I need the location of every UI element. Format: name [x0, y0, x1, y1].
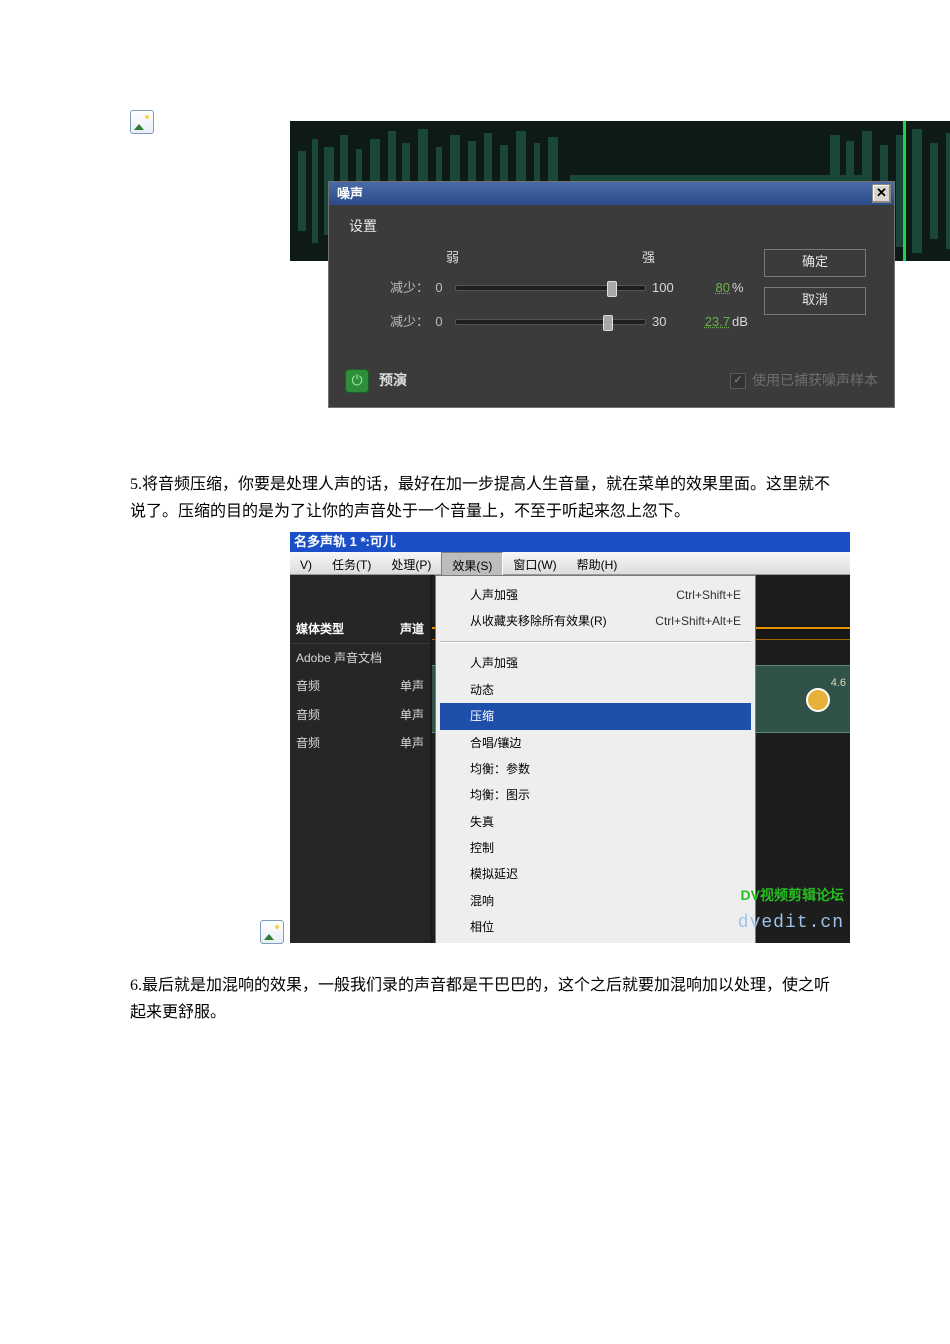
media-row-left: 音频: [296, 733, 320, 753]
reduce-min-2: 0: [429, 311, 449, 333]
watermark-line2: dvedit.cn: [738, 908, 844, 939]
clip-value-label: 4.6: [831, 674, 846, 693]
menu-process[interactable]: 处理(P): [381, 552, 441, 574]
playhead-cursor: [903, 121, 906, 261]
reduce-db-slider-row: 减少： 0 30 23.7 dB: [349, 305, 752, 339]
menu-item-label: 压缩: [470, 706, 494, 726]
menu-item-label: 均衡：参数: [470, 759, 530, 779]
menu-window[interactable]: 窗口(W): [503, 552, 566, 574]
menu-item-label: 相位: [470, 917, 494, 937]
menu-item-label: 混响: [470, 891, 494, 911]
reduce-max-2: 30: [652, 311, 682, 333]
reduce-label-2: 减少：: [349, 311, 429, 333]
reduce-unit-2: dB: [730, 311, 752, 333]
menu-item[interactable]: 均衡：图示: [440, 782, 751, 808]
cancel-button[interactable]: 取消: [764, 287, 866, 315]
settings-label: 设置: [349, 215, 752, 239]
reduce-min-1: 0: [429, 277, 449, 299]
menu-item-label: 模拟延迟: [470, 864, 518, 884]
reduce-value-2[interactable]: 23.7: [682, 311, 730, 333]
media-row-right: 单声: [400, 733, 424, 753]
menu-item-label: 失真: [470, 812, 494, 832]
slider-thumb-1[interactable]: [607, 281, 617, 297]
preview-button[interactable]: 预演: [379, 369, 407, 393]
menu-task[interactable]: 任务(T): [322, 552, 381, 574]
menu-item-label: 均衡：图示: [470, 785, 530, 805]
menu-item-remove-fav-effects[interactable]: 从收藏夹移除所有效果(R) Ctrl+Shift+Alt+E: [440, 608, 751, 634]
media-row-left: 音频: [296, 705, 320, 725]
paragraph-6: 6.最后就是加混响的效果，一般我们录的声音都是干巴巴的，这个之后就要加混响加以处…: [130, 972, 830, 1026]
media-row[interactable]: 音频 单声: [290, 729, 430, 757]
use-captured-checkbox[interactable]: ✓: [730, 373, 746, 389]
menu-effects[interactable]: 效果(S): [441, 552, 503, 575]
menu-item[interactable]: 失真: [440, 809, 751, 835]
menu-item[interactable]: 相位: [440, 914, 751, 940]
broken-image-icon: [260, 920, 284, 944]
slider-thumb-2[interactable]: [603, 315, 613, 331]
window-title: 名多声轨 1 *:可儿: [290, 532, 850, 552]
media-row-right: 单声: [400, 705, 424, 725]
menubar: V) 任务(T) 处理(P) 效果(S) 窗口(W) 帮助(H): [290, 552, 850, 575]
dialog-titlebar: 噪声 ✕: [329, 182, 894, 205]
menu-item-label: 合唱/镶边: [470, 733, 521, 753]
menu-help[interactable]: 帮助(H): [567, 552, 628, 574]
reduce-max-1: 100: [652, 277, 682, 299]
menu-item[interactable]: 合唱/镶边: [440, 730, 751, 756]
power-icon[interactable]: [345, 369, 369, 393]
reduce-unit-1: %: [730, 277, 752, 299]
menu-item-label: 人声加强: [470, 653, 518, 673]
watermark-line1: DV视频剪辑论坛: [738, 884, 844, 908]
reduce-value-1[interactable]: 80: [682, 277, 730, 299]
reduce-label-1: 减少：: [349, 277, 429, 299]
reduce-percent-slider-row: 减少： 0 100 80 %: [349, 271, 752, 305]
menu-item-label: 人声加强: [470, 585, 518, 605]
media-row[interactable]: Adobe 声音文档: [290, 644, 430, 672]
menu-item[interactable]: 控制: [440, 835, 751, 861]
menu-item[interactable]: 动态: [440, 677, 751, 703]
clip-gain-handle[interactable]: [806, 688, 830, 712]
dialog-title-text: 噪声: [337, 183, 363, 205]
media-header-left: 媒体类型: [296, 619, 344, 639]
media-header-right: 声道: [400, 619, 424, 639]
reduce-slider-1[interactable]: [455, 285, 646, 291]
media-list-panel: 媒体类型 声道 Adobe 声音文档音频单声音频单声音频单声: [290, 575, 432, 943]
broken-image-icon: [130, 110, 154, 134]
reduce-slider-2[interactable]: [455, 319, 646, 325]
menu-separator: [440, 641, 751, 643]
menu-v[interactable]: V): [290, 552, 322, 574]
menu-item[interactable]: 模拟延迟: [440, 861, 751, 887]
strong-label: 强: [465, 247, 661, 269]
media-row-right: 单声: [400, 676, 424, 696]
menu-item[interactable]: 人声加强: [440, 650, 751, 676]
menu-item-shortcut: Ctrl+Shift+E: [676, 585, 741, 605]
menu-item[interactable]: 压缩: [440, 703, 751, 729]
menu-item-label: 从收藏夹移除所有效果(R): [470, 611, 607, 631]
media-row-left: Adobe 声音文档: [296, 648, 382, 668]
menu-item-label: 控制: [470, 838, 494, 858]
effects-menu-screenshot: 名多声轨 1 *:可儿 V) 任务(T) 处理(P) 效果(S) 窗口(W) 帮…: [290, 532, 850, 942]
ok-button[interactable]: 确定: [764, 249, 866, 277]
use-captured-label: 使用已捕获噪声样本: [752, 369, 878, 393]
menu-item-label: 动态: [470, 680, 494, 700]
menu-item[interactable]: 混响: [440, 888, 751, 914]
media-row[interactable]: 音频 单声: [290, 672, 430, 700]
noise-dialog-screenshot: 噪声 ✕ 设置 弱 强 减少： 0: [290, 121, 950, 441]
media-row[interactable]: 音频 单声: [290, 701, 430, 729]
menu-item-shortcut: Ctrl+Shift+Alt+E: [655, 611, 741, 631]
noise-dialog: 噪声 ✕ 设置 弱 强 减少： 0: [328, 181, 895, 408]
watermark-2: DV视频剪辑论坛 dvedit.cn: [738, 884, 844, 938]
menu-item[interactable]: 均衡：参数: [440, 756, 751, 782]
effects-dropdown: 人声加强 Ctrl+Shift+E 从收藏夹移除所有效果(R) Ctrl+Shi…: [435, 575, 756, 943]
weak-label: 弱: [349, 247, 465, 269]
menu-item-voice-enhance[interactable]: 人声加强 Ctrl+Shift+E: [440, 582, 751, 608]
close-icon[interactable]: ✕: [872, 184, 891, 203]
media-row-left: 音频: [296, 676, 320, 696]
paragraph-5: 5.将音频压缩，你要是处理人声的话，最好在加一步提高人生音量，就在菜单的效果里面…: [130, 471, 830, 525]
